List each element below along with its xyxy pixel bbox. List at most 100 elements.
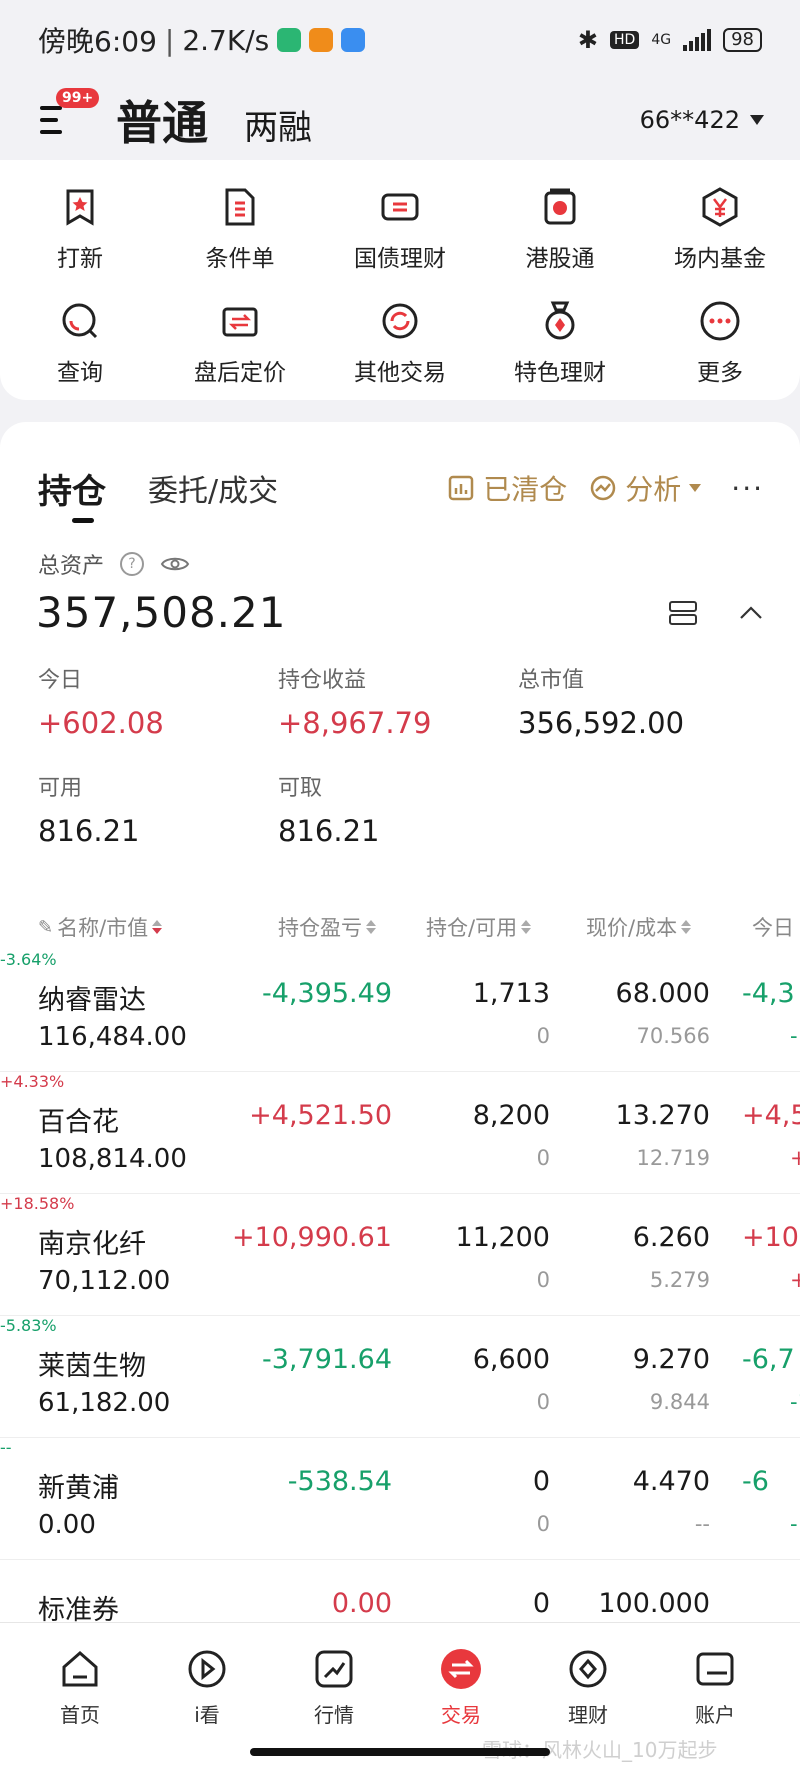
nav-market[interactable]: 行情 [274, 1647, 394, 1728]
exchange-icon [222, 307, 258, 337]
th-price[interactable]: 现价/成本 [586, 912, 692, 942]
layout-toggle-icon[interactable] [668, 600, 698, 626]
func-etf[interactable]: 场内基金 [640, 172, 800, 286]
cleared-positions-button[interactable]: 已清仓 [447, 468, 567, 508]
func-other-trade[interactable]: 其他交易 [320, 286, 480, 400]
tab-positions[interactable]: 持仓 [38, 464, 106, 523]
nav-home[interactable]: 首页 [20, 1647, 140, 1728]
tab-normal[interactable]: 普通 [116, 87, 208, 153]
cell-today: +4,5 [742, 1100, 800, 1131]
stat-market-value: 总市值 356,592.00 [518, 668, 685, 740]
total-asset-value: 357,508.21 [36, 588, 287, 637]
cell-today-pct: - [790, 1512, 798, 1536]
hd-icon: HD [610, 31, 640, 49]
status-bar: 傍晚6:09 | 2.7K/s ✱ HD 4G 98 [0, 0, 800, 80]
wallet-icon [696, 1652, 734, 1686]
cell-pl: 0.00 [331, 1588, 392, 1619]
notification-app-icon [309, 28, 334, 52]
sort-icon [681, 920, 692, 934]
cell-today: -6,7 [742, 1344, 795, 1375]
table-header: ✎ 名称/市值 持仓盈亏 持仓/可用 现价/成本 今日 [0, 900, 800, 950]
eye-icon[interactable] [160, 554, 190, 574]
cell-market-value: 116,484.00 [38, 1022, 187, 1052]
holdings-card: 持仓 委托/成交 已清仓 分析 ··· 总资产 ? 357,508.21 今日 … [0, 422, 800, 1626]
edit-icon: ✎ [38, 916, 54, 938]
cell-today-pct: + [790, 1146, 800, 1170]
cell-pl-pct: -- [0, 1438, 12, 1457]
cell-today-pct: -1 [790, 1390, 800, 1414]
home-icon [62, 1651, 98, 1687]
search-icon [62, 303, 98, 339]
table-row[interactable]: 百合花 108,814.00 +4,521.50 +4.33% 8,200 0 13.270… [0, 1072, 800, 1194]
holdings-tabs: 持仓 委托/成交 已清仓 分析 ··· [38, 458, 764, 523]
chevron-up-icon[interactable] [738, 605, 764, 621]
home-indicator[interactable] [250, 1748, 550, 1756]
cell-pl: +10,990.61 [231, 1222, 392, 1253]
nav-finance[interactable]: 理财 [528, 1647, 648, 1728]
table-row[interactable]: 南京化纤 70,112.00 +10,990.61 +18.58% 11,200 0 6.2… [0, 1194, 800, 1316]
analysis-icon [591, 475, 616, 501]
cell-pl: -538.54 [287, 1466, 392, 1497]
cell-qty: 0 [532, 1466, 550, 1497]
list-box-icon [449, 475, 474, 501]
menu-button[interactable]: 99+ [36, 88, 100, 142]
cell-name: 南京化纤 [38, 1229, 146, 1260]
func-condition-order[interactable]: 条件单 [160, 172, 320, 286]
cell-cost: 70.566 [636, 1024, 710, 1048]
cell-qty: 6,600 [472, 1344, 550, 1375]
document-icon [225, 188, 255, 226]
th-pl[interactable]: 持仓盈亏 [278, 912, 376, 942]
func-ipo[interactable]: 打新 [0, 172, 160, 286]
cell-pl-pct: -3.64% [0, 950, 57, 969]
table-row[interactable]: 纳睿雷达 116,484.00 -4,395.49 -3.64% 1,713 0 68.00… [0, 950, 800, 1072]
cell-today-pct: - [790, 1024, 798, 1048]
table-row[interactable]: 莱茵生物 61,182.00 -3,791.64 -5.83% 6,600 0 9.270 9… [0, 1316, 800, 1438]
hk-flower-icon [544, 188, 576, 225]
th-name[interactable]: ✎ 名称/市值 [38, 912, 163, 942]
cell-today: -4,3 [742, 978, 795, 1009]
cell-qty: 11,200 [455, 1222, 550, 1253]
account-selector[interactable]: 66**422 [640, 106, 764, 134]
tab-margin[interactable]: 两融 [244, 100, 312, 149]
sort-icon [366, 920, 376, 934]
cell-pl-pct: -5.83% [0, 1316, 57, 1335]
menu-icon [40, 106, 62, 110]
cell-today: -6 [742, 1466, 769, 1497]
analysis-button[interactable]: 分析 [589, 468, 702, 508]
stat-today: 今日 +602.08 [38, 668, 164, 740]
status-net-speed: 2.7K/s [182, 23, 270, 57]
app-header: 99+ 普通 两融 66**422 [0, 80, 800, 160]
tab-orders[interactable]: 委托/成交 [148, 466, 278, 510]
sort-icon [521, 920, 532, 934]
cell-price: 68.000 [615, 978, 710, 1009]
cell-price: 6.260 [632, 1222, 710, 1253]
account-number: 66**422 [639, 106, 740, 134]
cell-market-value: 61,182.00 [38, 1388, 171, 1418]
cell-price: 9.270 [632, 1344, 710, 1375]
func-special-finance[interactable]: 特色理财 [480, 286, 640, 400]
nav-watch[interactable]: i看 [147, 1647, 267, 1728]
th-qty[interactable]: 持仓/可用 [426, 912, 532, 942]
total-asset-label-row: 总资产 ? [38, 548, 190, 580]
func-hk-connect[interactable]: 港股通 [480, 172, 640, 286]
battery-icon: 98 [723, 28, 762, 52]
refresh-icon [382, 303, 418, 339]
more-options-button[interactable]: ··· [731, 472, 764, 505]
func-more[interactable]: 更多 [640, 286, 800, 400]
func-after-hours[interactable]: 盘后定价 [160, 286, 320, 400]
cell-cost: 9.844 [649, 1390, 710, 1414]
func-treasury[interactable]: 国债理财 [320, 172, 480, 286]
stat-withdrawable: 可取 816.21 [278, 776, 380, 848]
stat-available: 可用 816.21 [38, 776, 140, 848]
func-query[interactable]: 查询 [0, 286, 160, 400]
table-row[interactable]: 新黄浦 0.00 -538.54 -- 0 0 4.470 -- -6- [0, 1438, 800, 1560]
cell-available: 0 [536, 1390, 550, 1414]
cell-pl: +4,521.50 [249, 1100, 392, 1131]
th-today[interactable]: 今日 [752, 912, 794, 942]
cell-name: 纳睿雷达 [38, 985, 146, 1016]
nav-account[interactable]: 账户 [655, 1647, 775, 1728]
cell-market-value: 0.00 [38, 1510, 96, 1540]
diamond-icon [569, 1650, 607, 1688]
nav-trade[interactable]: 交易 [401, 1647, 521, 1728]
help-icon[interactable]: ? [120, 552, 145, 576]
